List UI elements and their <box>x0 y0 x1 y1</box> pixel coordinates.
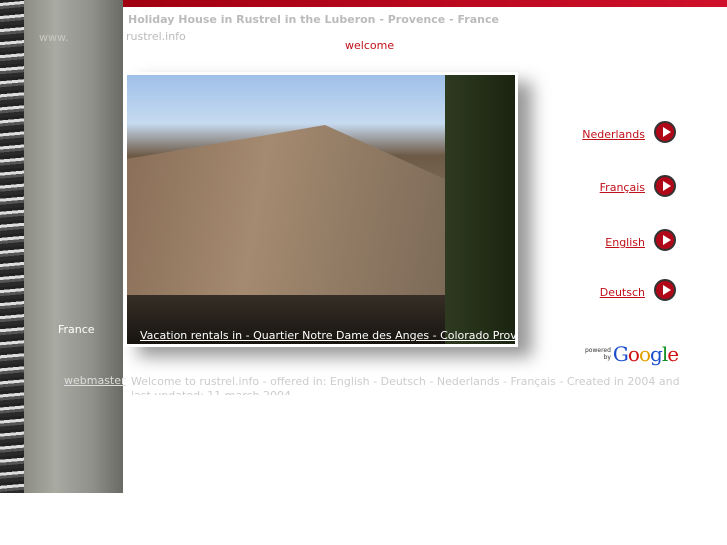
spiral-binding <box>0 0 24 493</box>
top-bar <box>123 0 727 7</box>
arrow-right-icon[interactable] <box>654 279 676 301</box>
arrow-right-icon[interactable] <box>654 175 676 197</box>
house-photo: Vacation rentals in - Quartier Notre Dam… <box>127 75 515 344</box>
photo-caption-link[interactable]: Vacation rentals in - Quartier Notre Dam… <box>140 329 515 342</box>
sidebar: www. France webmaster <box>0 0 126 493</box>
webmaster-link[interactable]: webmaster <box>64 374 126 387</box>
lang-link-nederlands[interactable]: Nederlands <box>582 128 645 141</box>
photo-building <box>127 125 457 295</box>
powered-by-google-logo[interactable]: powered by Google <box>585 342 679 366</box>
google-logo: Google <box>612 342 679 366</box>
arrow-right-icon[interactable] <box>654 121 676 143</box>
www-text: www. <box>39 31 69 44</box>
lang-link-english[interactable]: English <box>605 236 645 249</box>
photo-tree <box>445 75 515 344</box>
by-label: by <box>603 354 611 361</box>
page-title: Holiday House in Rustrel in the Luberon … <box>128 13 499 26</box>
photo-frame: Vacation rentals in - Quartier Notre Dam… <box>124 72 518 347</box>
footer-text: Welcome to rustrel.info - offered in: En… <box>131 375 680 395</box>
powered-by-text: powered by <box>585 347 611 361</box>
location-label: France <box>58 323 95 336</box>
arrow-right-icon[interactable] <box>654 229 676 251</box>
welcome-text: welcome <box>345 39 395 52</box>
lang-link-francais[interactable]: Français <box>600 181 645 194</box>
powered-label: powered <box>585 347 611 354</box>
lang-link-deutsch[interactable]: Deutsch <box>600 286 645 299</box>
site-domain: rustrel.info <box>126 30 186 43</box>
